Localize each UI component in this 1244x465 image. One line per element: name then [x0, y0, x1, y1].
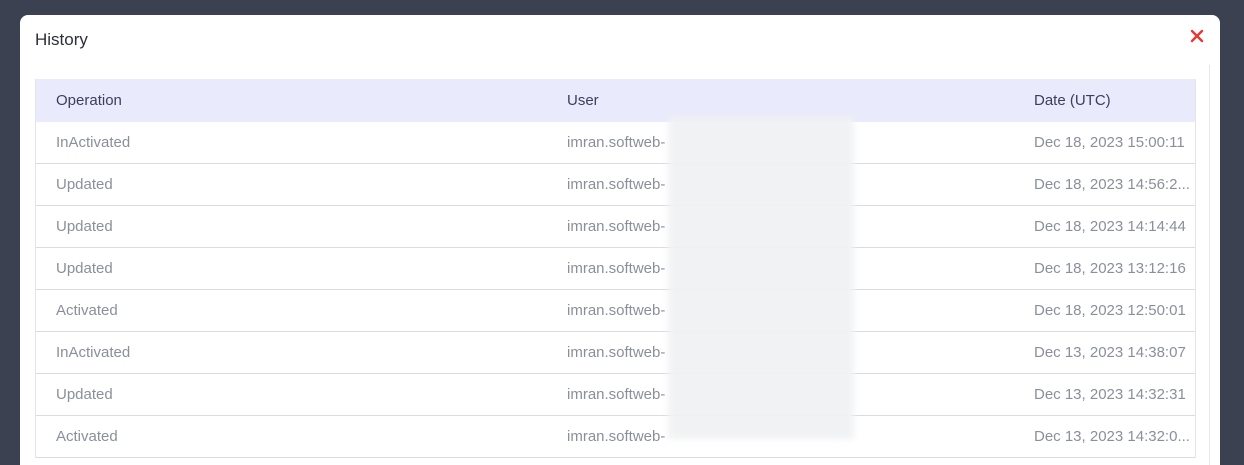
scrollbar[interactable]: [1209, 65, 1220, 465]
table-row[interactable]: InActivated imran.softweb- Dec 18, 2023 15…: [36, 122, 1195, 164]
close-icon: [1190, 29, 1204, 43]
header-date[interactable]: Date (UTC): [1014, 92, 1195, 109]
cell-operation: Activated: [56, 428, 118, 445]
header-operation[interactable]: Operation: [36, 92, 547, 109]
table-row[interactable]: InActivated imran.softweb- Dec 13, 2023 14…: [36, 332, 1195, 374]
cell-operation: Activated: [56, 302, 118, 319]
redaction-blur: [668, 117, 854, 439]
cell-date: Dec 18, 2023 14:14:44: [1034, 218, 1186, 235]
table-row[interactable]: Updated imran.softweb- Dec 18, 2023 14:14:…: [36, 206, 1195, 248]
table-body: InActivated imran.softweb- Dec 18, 2023 15…: [36, 122, 1195, 458]
history-table: Operation User Date (UTC) InActivated imr…: [35, 79, 1196, 458]
table-row[interactable]: Updated imran.softweb- Dec 18, 2023 14:56:…: [36, 164, 1195, 206]
cell-date: Dec 18, 2023 13:12:16: [1034, 260, 1186, 277]
cell-operation: Updated: [56, 218, 113, 235]
table-row[interactable]: Activated imran.softweb- Dec 18, 2023 12:5…: [36, 290, 1195, 332]
cell-date: Dec 18, 2023 15:00:11: [1034, 134, 1185, 151]
table-row[interactable]: Updated imran.softweb- Dec 18, 2023 13:12:…: [36, 248, 1195, 290]
cell-date: Dec 13, 2023 14:32:0...: [1034, 428, 1190, 445]
table-row[interactable]: Updated imran.softweb- Dec 13, 2023 14:32:…: [36, 374, 1195, 416]
table-header: Operation User Date (UTC): [36, 79, 1195, 122]
close-button[interactable]: [1188, 27, 1206, 45]
modal-title: History: [35, 30, 88, 49]
cell-operation: InActivated: [56, 134, 131, 151]
header-user[interactable]: User: [547, 92, 1014, 109]
cell-date: Dec 18, 2023 12:50:01: [1034, 302, 1186, 319]
cell-operation: InActivated: [56, 344, 131, 361]
history-modal: History Operation User Date (UTC) InActi…: [20, 15, 1220, 465]
cell-operation: Updated: [56, 176, 113, 193]
cell-date: Dec 13, 2023 14:32:31: [1034, 386, 1186, 403]
cell-date: Dec 18, 2023 14:56:2...: [1034, 176, 1190, 193]
cell-operation: Updated: [56, 260, 113, 277]
cell-operation: Updated: [56, 386, 113, 403]
table-row[interactable]: Activated imran.softweb- Dec 13, 2023 14:3…: [36, 416, 1195, 458]
cell-date: Dec 13, 2023 14:38:07: [1034, 344, 1186, 361]
